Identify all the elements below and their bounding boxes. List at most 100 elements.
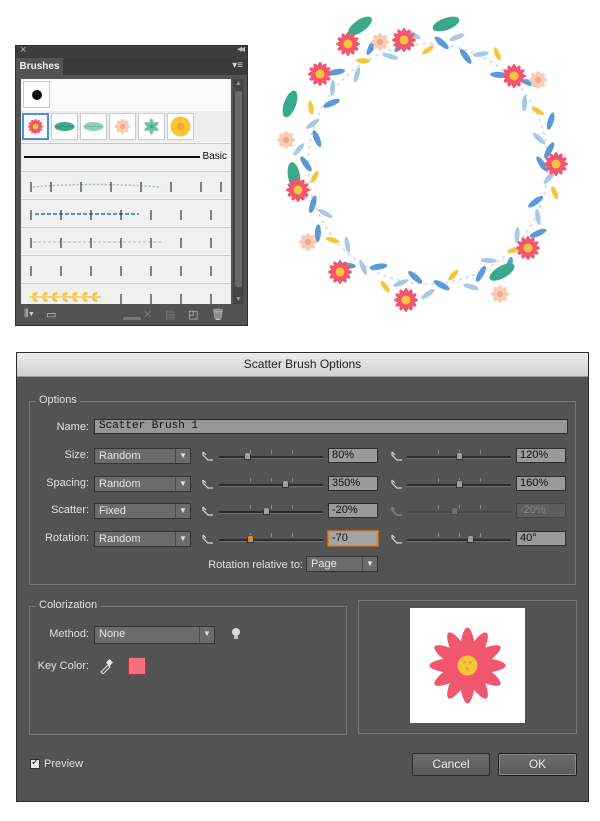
colorization-method-select[interactable]: None ▼ <box>94 626 215 644</box>
spacing-method-select[interactable]: Random ▼ <box>94 476 191 492</box>
eyedropper-icon[interactable] <box>99 658 113 674</box>
scatter-label: Scatter: <box>51 504 89 516</box>
size-method-select[interactable]: Random ▼ <box>94 448 191 464</box>
mint-leaf-icon <box>83 122 104 131</box>
green-leaf-icon <box>54 122 75 131</box>
tips-lightbulb-icon[interactable] <box>231 627 241 641</box>
wreath-leaf <box>528 226 548 240</box>
spacing-min-slider-track[interactable] <box>219 484 323 487</box>
scatter-brush-yellow-flower[interactable] <box>167 113 194 140</box>
libraries-panel-icon[interactable]: ▭ <box>46 308 56 321</box>
spacing-max-slider-tick <box>480 478 481 482</box>
scatter-brush-peach-flower[interactable] <box>109 113 136 140</box>
wreath-leaf <box>492 46 503 62</box>
method-value: None <box>99 628 126 640</box>
spacing-max-slider-tick <box>438 478 439 482</box>
rotation-max-slider-track[interactable] <box>407 539 511 542</box>
size-min-pressure-icon <box>202 451 213 461</box>
size-min-slider-tick <box>292 450 293 454</box>
brush-name-input[interactable]: Scatter Brush 1 <box>94 419 568 434</box>
new-brush-icon[interactable]: ◰ <box>188 308 198 321</box>
options-icon[interactable]: ▤ <box>165 308 175 321</box>
pink-flower-preview <box>429 627 506 704</box>
art-brush-row-3[interactable] <box>21 227 231 254</box>
collapse-icon[interactable]: ◂◂ <box>237 44 245 55</box>
rotation-min-slider-track[interactable] <box>219 539 323 542</box>
scatter-min-slider-tick <box>292 505 293 509</box>
key-color-swatch[interactable] <box>128 657 146 675</box>
remove-stroke-icon[interactable]: ✕ <box>143 308 152 321</box>
panel-title-bar[interactable]: × ◂◂ <box>16 44 247 58</box>
art-brush-row-1[interactable] <box>21 171 231 198</box>
options-legend: Options <box>36 394 80 406</box>
wreath-leaf <box>291 141 306 158</box>
brush-list-scrollbar[interactable]: ▲ ▼ <box>233 79 244 304</box>
flower-wreath-artwork <box>277 13 568 312</box>
rotation-method-select[interactable]: Random ▼ <box>94 531 191 547</box>
scroll-down-icon[interactable]: ▼ <box>235 296 242 303</box>
size-min-slider-track[interactable] <box>219 456 323 459</box>
tab-brushes[interactable]: Brushes <box>16 58 63 75</box>
scatter-min-slider-track[interactable] <box>219 511 323 514</box>
wreath-leaf <box>329 79 336 97</box>
scatter-max-slider-track[interactable] <box>407 511 511 514</box>
scatter-brush-pink-flower[interactable] <box>22 113 49 140</box>
basic-brush-row[interactable]: Basic <box>21 143 231 170</box>
rotation-max-slider-tick <box>459 533 460 537</box>
spacing-min-value[interactable]: 350% <box>328 476 378 491</box>
size-max-value[interactable]: 120% <box>516 448 566 463</box>
chevron-down-icon: ▼ <box>175 504 190 518</box>
delete-brush-icon[interactable]: 🗑 <box>211 308 225 321</box>
scatter-max-slider-tick <box>480 505 481 509</box>
close-icon[interactable]: × <box>20 44 26 56</box>
panel-menu-icon[interactable]: ▾≡ <box>232 60 243 71</box>
key-color-label: Key Color: <box>37 660 89 672</box>
cancel-button[interactable]: Cancel <box>412 753 490 776</box>
scatter-min-value[interactable]: -20% <box>328 503 378 518</box>
wreath-leaf <box>392 277 410 289</box>
scatter-max-slider-tick <box>438 505 439 509</box>
round-brush-swatch[interactable] <box>23 81 50 108</box>
rotation-max-slider-tick <box>480 533 481 537</box>
rotation-method-value: Random <box>99 533 141 545</box>
scroll-thumb[interactable] <box>235 91 242 287</box>
wreath-leaf <box>480 257 497 264</box>
scatter-method-value: Fixed <box>99 505 126 517</box>
rotation-relative-select[interactable]: Page ▼ <box>306 556 378 572</box>
size-min-value[interactable]: 80% <box>328 448 378 463</box>
brushes-panel: × ◂◂ Brushes ▾≡ Basic ▲ ▼ ⫴▾ ▭ ✕ ▤ ◰ 🗑 <box>15 44 248 326</box>
scatter-brush-green-leaf[interactable] <box>51 113 78 140</box>
wreath-leaf <box>549 185 560 201</box>
wreath-leaf <box>298 154 314 174</box>
wreath-leaf <box>545 111 557 131</box>
art-brush-row-5[interactable] <box>21 283 231 304</box>
art-brush-row-2[interactable] <box>21 199 231 226</box>
size-max-pressure-icon <box>391 451 402 461</box>
yellow-flower-icon <box>170 116 191 137</box>
ok-button[interactable]: OK <box>498 753 577 776</box>
resize-grip[interactable] <box>123 317 141 320</box>
wreath-leaf <box>432 278 452 293</box>
scroll-up-icon[interactable]: ▲ <box>235 80 242 87</box>
scatter-method-select[interactable]: Fixed ▼ <box>94 503 191 519</box>
spacing-max-value[interactable]: 160% <box>516 476 566 491</box>
scatter-brush-mint-leaf[interactable] <box>80 113 107 140</box>
pink-flower-icon <box>27 118 44 135</box>
size-min-slider-tick <box>250 450 251 454</box>
scatter-brush-teal-flower[interactable] <box>138 113 165 140</box>
wreath-leaf <box>432 34 451 51</box>
rotation-max-slider-tick <box>438 533 439 537</box>
wreath-leaf <box>322 97 341 110</box>
spacing-method-value: Random <box>99 478 141 490</box>
wreath-leaf <box>420 287 436 301</box>
rotation-max-value[interactable]: 40° <box>516 531 566 546</box>
scatter-brush-row <box>21 111 231 142</box>
colorization-legend: Colorization <box>36 599 101 611</box>
brush-libraries-icon[interactable]: ⫴▾ <box>24 308 34 321</box>
rotation-min-value[interactable]: -70 <box>328 531 378 546</box>
brush-preview-canvas <box>410 608 525 723</box>
preview-checkbox[interactable] <box>30 757 40 769</box>
rotation-min-pressure-icon <box>202 534 213 544</box>
rotation-label: Rotation: <box>44 532 89 544</box>
art-brush-row-4[interactable] <box>21 255 231 282</box>
